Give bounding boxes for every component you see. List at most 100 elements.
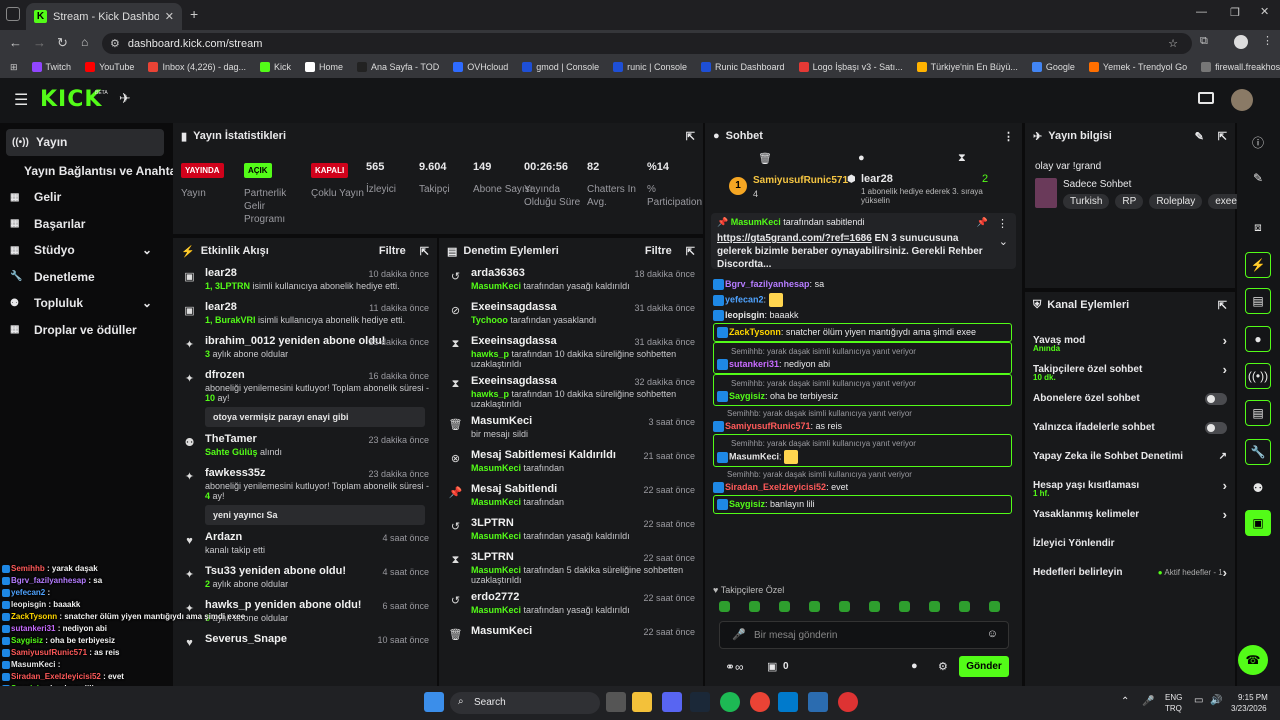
taskbar-search[interactable]: ⌕ Search	[450, 692, 600, 714]
reload-icon[interactable]: ↻	[57, 35, 68, 51]
pinned-message[interactable]: 📌 MasumKeci tarafından sabitlendi 📌 ⋮ ⌄ …	[711, 213, 1016, 270]
emote-icon[interactable]	[839, 601, 850, 612]
discord-icon[interactable]	[662, 692, 682, 712]
channel-action-item[interactable]: Hedefleri belirleyin ● Aktif hedefler - 1…	[1025, 558, 1235, 587]
broadcast-icon[interactable]: ((•))	[1245, 363, 1271, 389]
chat-username[interactable]: sutankeri31	[729, 359, 779, 369]
pin-icon[interactable]: ✈	[119, 90, 131, 107]
channel-action-item[interactable]: Yasaklanmış kelimeler ›	[1025, 500, 1235, 529]
chat-message[interactable]: yefecan2:	[713, 292, 1022, 308]
channel-action-item[interactable]: Yapay Zeka ile Sohbet Denetimi ↗	[1025, 442, 1235, 471]
chat-username[interactable]: leopisgin	[725, 310, 765, 320]
chat-icon[interactable]: ●	[1245, 326, 1271, 352]
chat-username[interactable]: SamiyusufRunic571	[725, 421, 811, 431]
feed-item[interactable]: ⊗ Mesaj Sabitlemesi Kaldırıldı 21 saat önc…	[439, 446, 703, 480]
channel-action-item[interactable]: Abonelere özel sohbet	[1025, 384, 1235, 413]
site-info-icon[interactable]: ⚙	[110, 37, 120, 50]
chat-username[interactable]: MasumKeci	[729, 451, 779, 461]
hourglass-icon[interactable]: ⧗	[958, 152, 966, 165]
vscode-icon[interactable]	[778, 692, 798, 712]
chat-username[interactable]: ZackTysonn	[729, 327, 781, 337]
browser-menu-icon[interactable]: ⋮	[1262, 34, 1273, 47]
tab-search-icon[interactable]	[6, 7, 20, 21]
feed-item[interactable]: ⧗ 3LPTRN 22 saat önce MasumKeci tarafından …	[439, 548, 703, 588]
minimize-icon[interactable]: —	[1196, 6, 1207, 18]
bookmark-item[interactable]: Twitch	[31, 62, 71, 72]
channel-action-item[interactable]: Takipçilere özel sohbet 10 dk. ›	[1025, 355, 1235, 384]
feed-item[interactable]: ✦ ibrahim_0012 yeniden abone oldu! 15 daki…	[173, 332, 437, 366]
spotify-icon[interactable]	[720, 692, 740, 712]
kick-icon[interactable]: ⚉	[1245, 475, 1271, 501]
chat-username[interactable]: Siradan_Exelzleyicisi52	[725, 482, 826, 492]
pinned-more-icon[interactable]: ⋮	[997, 217, 1008, 230]
popout-icon[interactable]: ⇱	[1218, 130, 1227, 143]
feed-item[interactable]: ⚉ TheTamer 23 dakika önce Sahte Gülüş alınd…	[173, 430, 437, 464]
channel-action-item[interactable]: Hesap yaşı kısıtlaması 1 hf. ›	[1025, 471, 1235, 500]
forward-icon[interactable]: →	[33, 35, 46, 50]
unpin-icon[interactable]: 📌	[977, 217, 988, 228]
settings-icon[interactable]: ⚙	[938, 660, 948, 673]
chat-message[interactable]: Semihhb: yarak daşak isimli kullanıcıya …	[713, 434, 1012, 467]
chat-message[interactable]: Semihhb: yarak daşak isimli kullanıcıya …	[713, 406, 1022, 434]
chat-message[interactable]: Saygisiz: banlayın lili	[713, 495, 1012, 514]
windows-start-icon[interactable]	[424, 692, 444, 712]
popout-icon[interactable]: ⇱	[686, 245, 695, 258]
tag-pill[interactable]: Roleplay	[1149, 194, 1203, 209]
mic-tray-icon[interactable]: 🎤	[1142, 696, 1154, 707]
bookmark-star-icon[interactable]: ☆	[1168, 37, 1178, 50]
clock-date[interactable]: 3/23/2026	[1231, 704, 1267, 713]
activity-filter-button[interactable]: Filtre	[379, 245, 406, 257]
feed-item[interactable]: ⧗ Exeeinsagdassa 32 dakika önce hawks_p tar…	[439, 372, 703, 412]
flash-icon[interactable]: ⚡	[1245, 252, 1271, 278]
user-avatar[interactable]	[1231, 89, 1253, 111]
feed-item[interactable]: ▣ lear28 10 dakika önce 1, 3LPTRN isimli ku…	[173, 264, 437, 298]
file-explorer-icon[interactable]	[632, 692, 652, 712]
close-window-icon[interactable]: ✕	[1260, 5, 1269, 18]
task-view-icon[interactable]	[606, 692, 626, 712]
wrench-icon[interactable]: 🔧	[1245, 439, 1271, 465]
chat-message[interactable]: Semihhb: yarak daşak isimli kullanıcıya …	[713, 374, 1012, 406]
chat-username[interactable]: Bgrv_fazilyanhesap	[725, 279, 810, 289]
feed-item[interactable]: 🗑 MasumKeci 3 saat önce bir mesajı sildi	[439, 412, 703, 446]
new-tab-icon[interactable]: +	[190, 6, 198, 22]
chat-message[interactable]: Semihhb: yarak daşak isimli kullanıcıya …	[713, 467, 1022, 495]
popout-icon[interactable]: ⇱	[1218, 299, 1227, 312]
url-field[interactable]: ⚙ dashboard.kick.com/stream ☆	[102, 33, 1192, 54]
toggle-switch[interactable]	[1205, 421, 1227, 434]
emote-icon[interactable]	[869, 601, 880, 612]
popout-icon[interactable]: ⇱	[686, 130, 695, 143]
feed-item[interactable]: ⧗ Exeeinsagdassa 31 dakika önce hawks_p tar…	[439, 332, 703, 372]
clipboard-icon[interactable]: ▤	[1245, 288, 1271, 314]
tag-pill[interactable]: RP	[1115, 194, 1144, 209]
bookmark-item[interactable]: Home	[305, 62, 343, 72]
chat-bubble-icon[interactable]: ●	[911, 660, 918, 672]
lang-2[interactable]: TRQ	[1165, 704, 1182, 713]
clock-time[interactable]: 9:15 PM	[1238, 693, 1268, 702]
emote-icon[interactable]	[749, 601, 760, 612]
infinity-icon[interactable]: ⚭∞	[725, 660, 744, 674]
emoji-icon[interactable]: ☺	[987, 628, 998, 640]
chrome-icon[interactable]	[750, 692, 770, 712]
chat-username[interactable]: Saygisiz	[729, 499, 765, 509]
chat-message[interactable]: Bgrv_fazilyanhesap: sa	[713, 277, 1022, 292]
emote-icon[interactable]	[959, 601, 970, 612]
bookmark-item[interactable]: Runic Dashboard	[701, 62, 785, 72]
game-icon[interactable]: ▣	[1245, 510, 1271, 536]
info-icon[interactable]: ⓘ	[1245, 129, 1271, 155]
support-icon[interactable]: ☎	[1238, 645, 1268, 675]
feed-item[interactable]: ✦ fawkess35z 23 dakika önce aboneliği yenil…	[173, 464, 437, 528]
chat-message[interactable]: leopisgin: baaakk	[713, 308, 1022, 323]
channel-action-item[interactable]: İzleyici Yönlendir	[1025, 529, 1235, 558]
bookmark-item[interactable]: Inbox (4,226) - dag...	[148, 62, 246, 72]
feed-item[interactable]: ✦ dfrozen 16 dakika önce aboneliği yenileme…	[173, 366, 437, 430]
chat-message[interactable]: ZackTysonn: snatcher ölüm yiyen mantığıy…	[713, 323, 1012, 342]
feed-item[interactable]: 🗑 MasumKeci 22 saat önce	[439, 622, 703, 656]
channel-action-item[interactable]: Yalnızca ifadelerle sohbet	[1025, 413, 1235, 442]
sidebar-item[interactable]: ▦ Başarılar	[0, 211, 172, 238]
edit-icon[interactable]: ✎	[1245, 165, 1271, 191]
bookmark-item[interactable]: OVHcloud	[453, 62, 508, 72]
steam-icon[interactable]	[690, 692, 710, 712]
creator-mode-icon[interactable]	[1198, 92, 1214, 104]
chat-input[interactable]: 🎤 Bir mesaj gönderin ☺	[719, 621, 1009, 649]
feed-item[interactable]: ↺ arda36363 18 dakika önce MasumKeci tarafı…	[439, 264, 703, 298]
